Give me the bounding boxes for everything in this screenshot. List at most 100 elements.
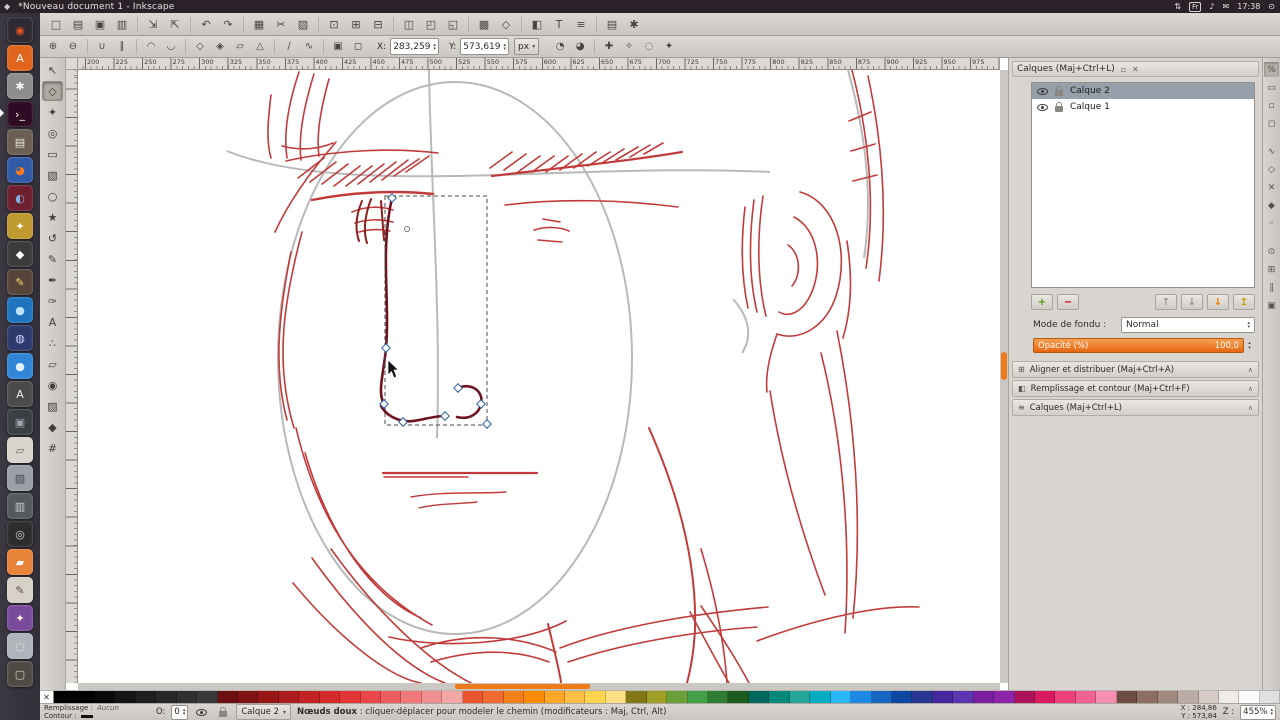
- palette-swatch[interactable]: [1259, 691, 1280, 703]
- palette-swatch[interactable]: [258, 691, 279, 703]
- line-segment-button[interactable]: ∕: [280, 38, 298, 55]
- palette-swatch[interactable]: [503, 691, 525, 703]
- tool-3dbox-button[interactable]: ▧: [42, 165, 63, 185]
- y-coordinate-field[interactable]: 573,619 ▴ ▾: [460, 38, 510, 55]
- tool-dropper-button[interactable]: ◆: [42, 417, 63, 437]
- launcher-pen-app[interactable]: ✎: [7, 269, 33, 295]
- raise-to-top-button[interactable]: ↥: [1233, 294, 1255, 310]
- palette-swatch[interactable]: [646, 691, 668, 703]
- palette-swatch[interactable]: [585, 691, 606, 703]
- palette-swatch[interactable]: [115, 691, 136, 703]
- join-segment-button[interactable]: ◠: [142, 38, 160, 55]
- document-properties-button[interactable]: ▤: [602, 15, 622, 33]
- undo-button[interactable]: ↶: [196, 15, 216, 33]
- palette-swatch[interactable]: [319, 691, 341, 703]
- print-document-button[interactable]: ▥: [112, 15, 132, 33]
- layers-panel-titlebar[interactable]: Calques (Maj+Ctrl+L) ▫ ✕: [1012, 61, 1259, 77]
- launcher-system-monitor[interactable]: ▥: [7, 493, 33, 519]
- new-layer-button[interactable]: +: [1031, 294, 1053, 310]
- delete-layer-button[interactable]: −: [1057, 294, 1079, 310]
- current-layer-select[interactable]: Calque 2 ▾: [236, 704, 291, 720]
- tool-spiral-button[interactable]: ↺: [42, 228, 63, 248]
- import-button[interactable]: ⇲: [143, 15, 163, 33]
- launcher-ink-app[interactable]: ◍: [7, 325, 33, 351]
- palette-swatch[interactable]: [994, 691, 1015, 703]
- palette-swatch[interactable]: [748, 691, 770, 703]
- palette-swatch[interactable]: [278, 691, 300, 703]
- lower-layer-button[interactable]: ↓: [1181, 294, 1203, 310]
- tool-bucket-button[interactable]: ◉: [42, 375, 63, 395]
- layer-visibility-toggle[interactable]: [194, 706, 209, 719]
- snap-bbox-edges-button[interactable]: ▫: [1264, 98, 1279, 113]
- snap-cusp-button[interactable]: ◆: [1264, 198, 1279, 213]
- snap-nodes-button[interactable]: ∿: [1264, 144, 1279, 159]
- snap-toggle-button[interactable]: %: [1264, 62, 1279, 77]
- palette-swatch[interactable]: [851, 691, 872, 703]
- tool-spray-button[interactable]: ∴: [42, 333, 63, 353]
- palette-swatch[interactable]: [156, 691, 177, 703]
- palette-swatch[interactable]: [1137, 691, 1158, 703]
- launcher-screenshot-app[interactable]: ✦: [7, 605, 33, 631]
- palette-swatch[interactable]: [932, 691, 954, 703]
- clone-button[interactable]: ◰: [421, 15, 441, 33]
- vertical-ruler[interactable]: [66, 70, 78, 683]
- launcher-media-player[interactable]: ◐: [7, 185, 33, 211]
- new-document-button[interactable]: □: [46, 15, 66, 33]
- launcher-color-app[interactable]: ●: [7, 297, 33, 323]
- spinner-arrows-icon[interactable]: ▴ ▾: [183, 708, 186, 717]
- break-nodes-button[interactable]: ∥: [113, 38, 131, 55]
- snap-bbox-corners-button[interactable]: ◻: [1264, 116, 1279, 131]
- collapse-icon[interactable]: ∧: [1248, 366, 1253, 374]
- delete-segment-button[interactable]: ◡: [162, 38, 180, 55]
- launcher-image-editor[interactable]: ✦: [7, 213, 33, 239]
- group-button[interactable]: ▩: [474, 15, 494, 33]
- launcher-dash-home[interactable]: ◉: [7, 17, 33, 43]
- insert-node-button[interactable]: ⊕: [44, 38, 62, 55]
- vertical-scrollbar[interactable]: [1000, 70, 1008, 683]
- palette-swatch[interactable]: [524, 691, 545, 703]
- tool-zoom-button[interactable]: ◎: [42, 123, 63, 143]
- tool-connector-button[interactable]: #: [42, 438, 63, 458]
- selected-path[interactable]: [379, 196, 483, 423]
- tool-bezier-button[interactable]: ✒: [42, 270, 63, 290]
- palette-swatch[interactable]: [1116, 691, 1138, 703]
- palette-swatch[interactable]: [810, 691, 831, 703]
- text-dialog-button[interactable]: T: [549, 15, 569, 33]
- tool-star-button[interactable]: ★: [42, 207, 63, 227]
- export-button[interactable]: ⇱: [165, 15, 185, 33]
- palette-swatch[interactable]: [237, 691, 259, 703]
- palette-swatch[interactable]: [176, 691, 198, 703]
- palette-swatch[interactable]: [1055, 691, 1076, 703]
- clock[interactable]: 17:38: [1237, 2, 1260, 11]
- indicator-sound[interactable]: ♪: [1209, 2, 1214, 11]
- palette-swatch[interactable]: [217, 691, 238, 703]
- fill-stroke-dialog-button[interactable]: ◧: [527, 15, 547, 33]
- vertical-scrollbar-thumb[interactable]: [1001, 352, 1007, 380]
- panel-header[interactable]: ⊞ Aligner et distribuer (Maj+Ctrl+A) ∧: [1012, 361, 1259, 378]
- open-document-button[interactable]: ▤: [68, 15, 88, 33]
- palette-swatch[interactable]: [1239, 691, 1260, 703]
- tool-pencil-button[interactable]: ✎: [42, 249, 63, 269]
- layer-visibility-icon[interactable]: [1037, 103, 1048, 111]
- ungroup-button[interactable]: ◇: [496, 15, 516, 33]
- launcher-sphere-app[interactable]: ●: [7, 353, 33, 379]
- palette-swatch[interactable]: [197, 691, 218, 703]
- launcher-folder-app[interactable]: ▰: [7, 549, 33, 575]
- raise-layer-button[interactable]: ↑: [1155, 294, 1177, 310]
- cut-button[interactable]: ✂: [271, 15, 291, 33]
- curve-segment-button[interactable]: ∿: [300, 38, 318, 55]
- indicator-messages[interactable]: ✉: [1223, 2, 1230, 11]
- palette-swatch[interactable]: [891, 691, 913, 703]
- zoom-field[interactable]: 455% ▴ ▾: [1240, 704, 1276, 720]
- palette-swatch[interactable]: [973, 691, 995, 703]
- dock-float-icon[interactable]: ▫: [1121, 65, 1126, 74]
- launcher-archive-app[interactable]: ▢: [7, 661, 33, 687]
- palette-swatch[interactable]: [708, 691, 729, 703]
- palette-swatch[interactable]: [483, 691, 504, 703]
- palette-swatch[interactable]: [1178, 691, 1199, 703]
- layer-row[interactable]: Calque 1: [1032, 99, 1254, 115]
- tool-ellipse-button[interactable]: ○: [42, 186, 63, 206]
- stroke-to-path-button[interactable]: ◻: [349, 38, 367, 55]
- collapse-icon[interactable]: ∧: [1248, 385, 1253, 393]
- redo-button[interactable]: ↷: [218, 15, 238, 33]
